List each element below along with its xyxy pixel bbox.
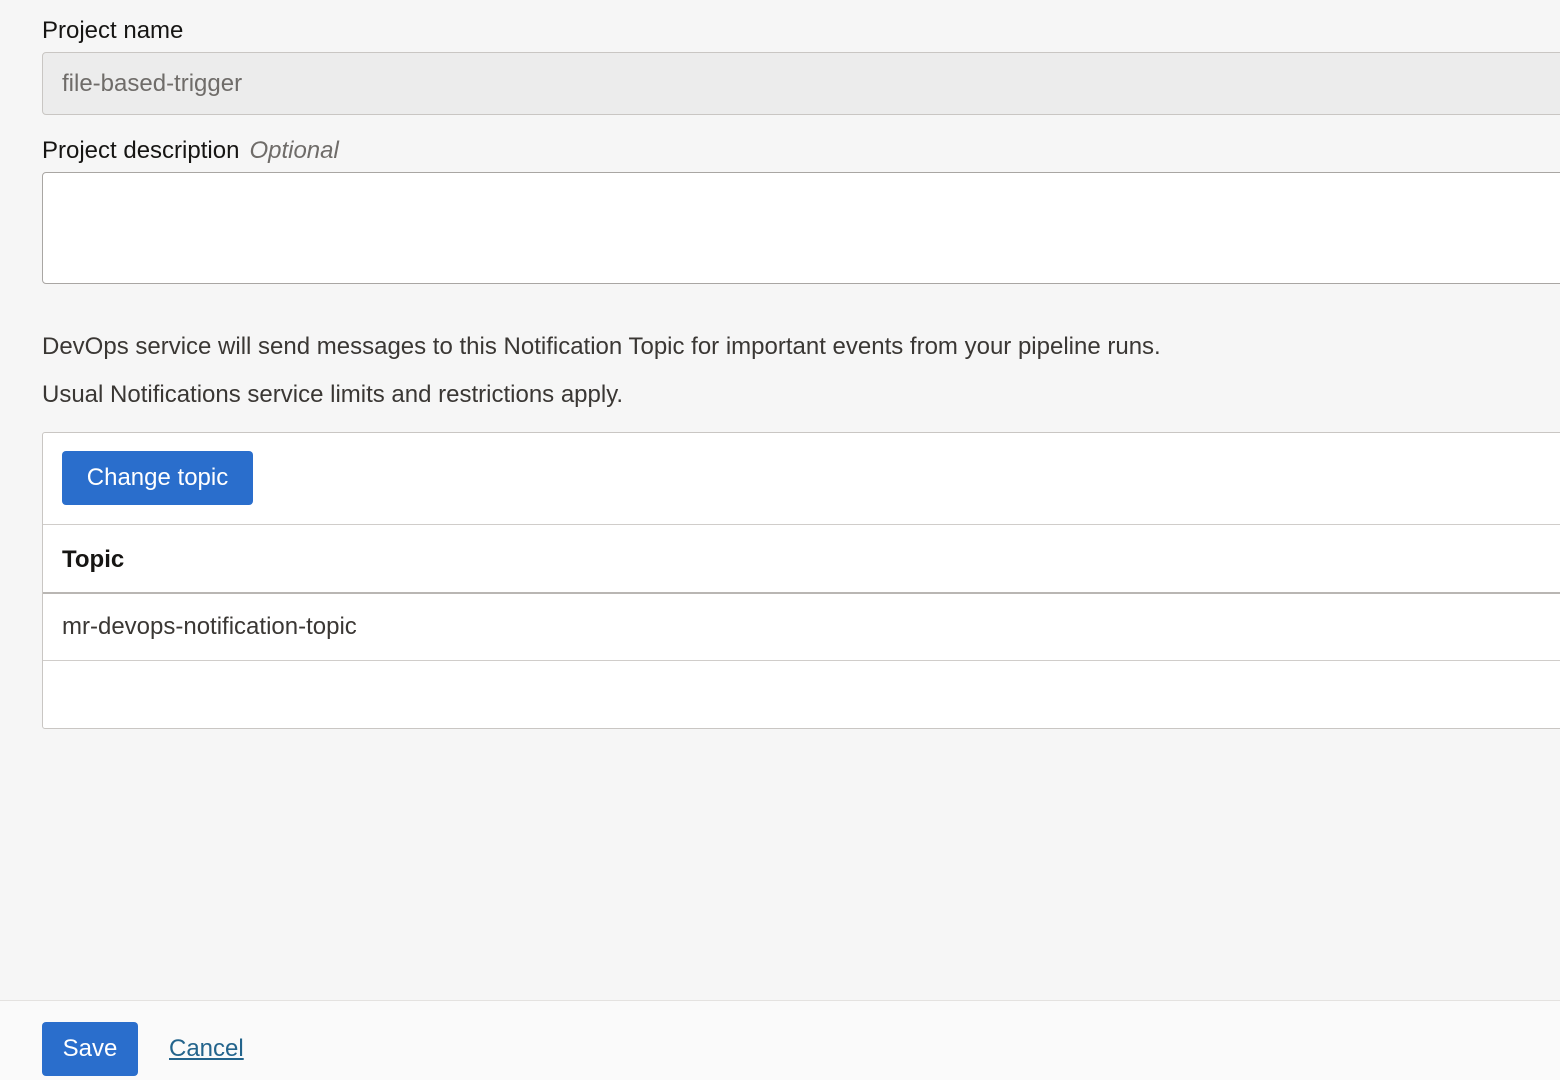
table-row: mr-devops-notification-topic: [43, 594, 1560, 661]
project-name-input[interactable]: file-based-trigger: [42, 52, 1560, 115]
project-description-label: Project description Optional: [42, 136, 339, 166]
notification-limits-text: Usual Notifications service limits and r…: [42, 381, 624, 408]
notification-topic-panel: Change topic Topic mr-devops-notificatio…: [42, 432, 1560, 729]
project-name-value: file-based-trigger: [62, 70, 243, 97]
project-name-label-text: Project name: [42, 17, 184, 44]
table-cell-topic: mr-devops-notification-topic: [62, 613, 357, 640]
project-description-label-text: Project description: [42, 137, 240, 164]
project-name-label: Project name: [42, 16, 183, 46]
optional-hint: Optional: [249, 137, 339, 164]
table-divider: [43, 524, 1560, 525]
notification-info-text: DevOps service will send messages to thi…: [42, 333, 1161, 360]
page: Project name file-based-trigger Project …: [0, 0, 1560, 1080]
save-button[interactable]: Save: [42, 1022, 138, 1076]
change-topic-button[interactable]: Change topic: [62, 451, 253, 505]
form-footer: Save Cancel: [0, 1000, 1560, 1080]
table-header-topic: Topic: [62, 546, 125, 573]
project-description-textarea[interactable]: [42, 172, 1560, 284]
cancel-link[interactable]: Cancel: [169, 1034, 244, 1064]
